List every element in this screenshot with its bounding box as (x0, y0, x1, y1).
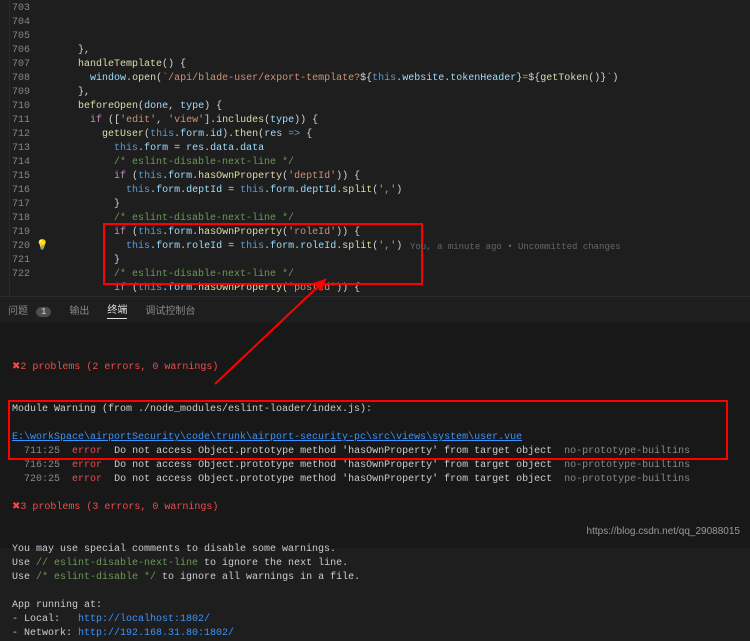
terminal-line: Module Warning (from ./node_modules/esli… (12, 403, 738, 417)
line-number: 720 (12, 240, 30, 254)
terminal-line: E:\workSpace\airportSecurity\code\trunk\… (12, 431, 738, 445)
line-number: 706 (12, 44, 30, 58)
terminal-line: ✖2 problems (2 errors, 0 warnings) (12, 361, 738, 375)
code-line[interactable]: if (this.form.hasOwnProperty('postId')) … (54, 282, 750, 296)
terminal-line: Use // eslint-disable-next-line to ignor… (12, 557, 738, 571)
code-line[interactable]: if (this.form.hasOwnProperty('deptId')) … (54, 170, 750, 184)
code-editor[interactable]: 7037047057067077087097107117127137147157… (0, 0, 750, 296)
line-number: 711 (12, 114, 30, 128)
terminal-line: App running at: (12, 599, 738, 613)
code-line[interactable]: } (54, 198, 750, 212)
terminal-line: 716:25 error Do not access Object.protot… (12, 459, 738, 473)
terminal-line: Use /* eslint-disable */ to ignore all w… (12, 571, 738, 585)
line-number: 719 (12, 226, 30, 240)
line-number: 715 (12, 170, 30, 184)
code-line[interactable]: this.form.roleId = this.form.roleId.spli… (54, 240, 750, 254)
line-number: 717 (12, 198, 30, 212)
terminal-line: 720:25 error Do not access Object.protot… (12, 473, 738, 487)
code-line[interactable]: this.form = res.data.data (54, 142, 750, 156)
code-line[interactable]: } (54, 254, 750, 268)
watermark: https://blog.csdn.net/qq_29088015 (587, 526, 740, 537)
panel-tabs: 问题 1 输出 终端 调试控制台 (0, 296, 750, 323)
code-area[interactable]: }, handleTemplate() { window.open(`/api/… (50, 0, 750, 296)
tab-problems-label: 问题 (8, 307, 28, 318)
line-number: 721 (12, 254, 30, 268)
terminal-line: 711:25 error Do not access Object.protot… (12, 445, 738, 459)
terminal-line (12, 487, 738, 501)
code-line[interactable]: /* eslint-disable-next-line */ (54, 212, 750, 226)
tab-problems[interactable]: 问题 1 (8, 302, 51, 318)
line-number: 718 (12, 212, 30, 226)
line-number: 722 (12, 268, 30, 282)
line-number: 704 (12, 16, 30, 30)
terminal-output[interactable]: ✖2 problems (2 errors, 0 warnings) Modul… (0, 323, 750, 548)
code-line[interactable]: }, (54, 44, 750, 58)
code-line[interactable]: }, (54, 86, 750, 100)
code-line[interactable]: if (['edit', 'view'].includes(type)) { (54, 114, 750, 128)
line-number-gutter: 7037047057067077087097107117127137147157… (10, 0, 36, 296)
line-number: 713 (12, 142, 30, 156)
lightbulb-icon[interactable]: 💡 (36, 240, 48, 252)
line-number: 705 (12, 30, 30, 44)
tab-debug-console[interactable]: 调试控制台 (145, 302, 195, 318)
line-number: 710 (12, 100, 30, 114)
line-number: 707 (12, 58, 30, 72)
terminal-line (12, 585, 738, 599)
terminal-line: ✖3 problems (3 errors, 0 warnings) (12, 501, 738, 515)
code-line[interactable]: /* eslint-disable-next-line */ (54, 156, 750, 170)
line-number: 703 (12, 2, 30, 16)
code-line[interactable]: beforeOpen(done, type) { (54, 100, 750, 114)
code-line[interactable]: /* eslint-disable-next-line */ (54, 268, 750, 282)
tab-output[interactable]: 输出 (69, 302, 89, 318)
code-line[interactable]: getUser(this.form.id).then(res => { (54, 128, 750, 142)
code-line[interactable]: if (this.form.hasOwnProperty('roleId')) … (54, 226, 750, 240)
terminal-line: - Local: http://localhost:1802/ (12, 613, 738, 627)
code-line[interactable]: this.form.deptId = this.form.deptId.spli… (54, 184, 750, 198)
line-number: 712 (12, 128, 30, 142)
fold-bar (0, 0, 10, 296)
terminal-line: You may use special comments to disable … (12, 543, 738, 557)
line-number: 716 (12, 184, 30, 198)
code-line[interactable]: handleTemplate() { (54, 58, 750, 72)
glyph-margin: 💡 (36, 0, 50, 296)
terminal-line (12, 389, 738, 403)
terminal-line (12, 417, 738, 431)
line-number: 708 (12, 72, 30, 86)
tab-terminal[interactable]: 终端 (107, 301, 127, 319)
terminal-line (12, 375, 738, 389)
line-number: 709 (12, 86, 30, 100)
code-line[interactable]: window.open(`/api/blade-user/export-temp… (54, 72, 750, 86)
terminal-line: - Network: http://192.168.31.80:1802/ (12, 627, 738, 641)
line-number: 714 (12, 156, 30, 170)
problems-badge: 1 (36, 307, 51, 317)
